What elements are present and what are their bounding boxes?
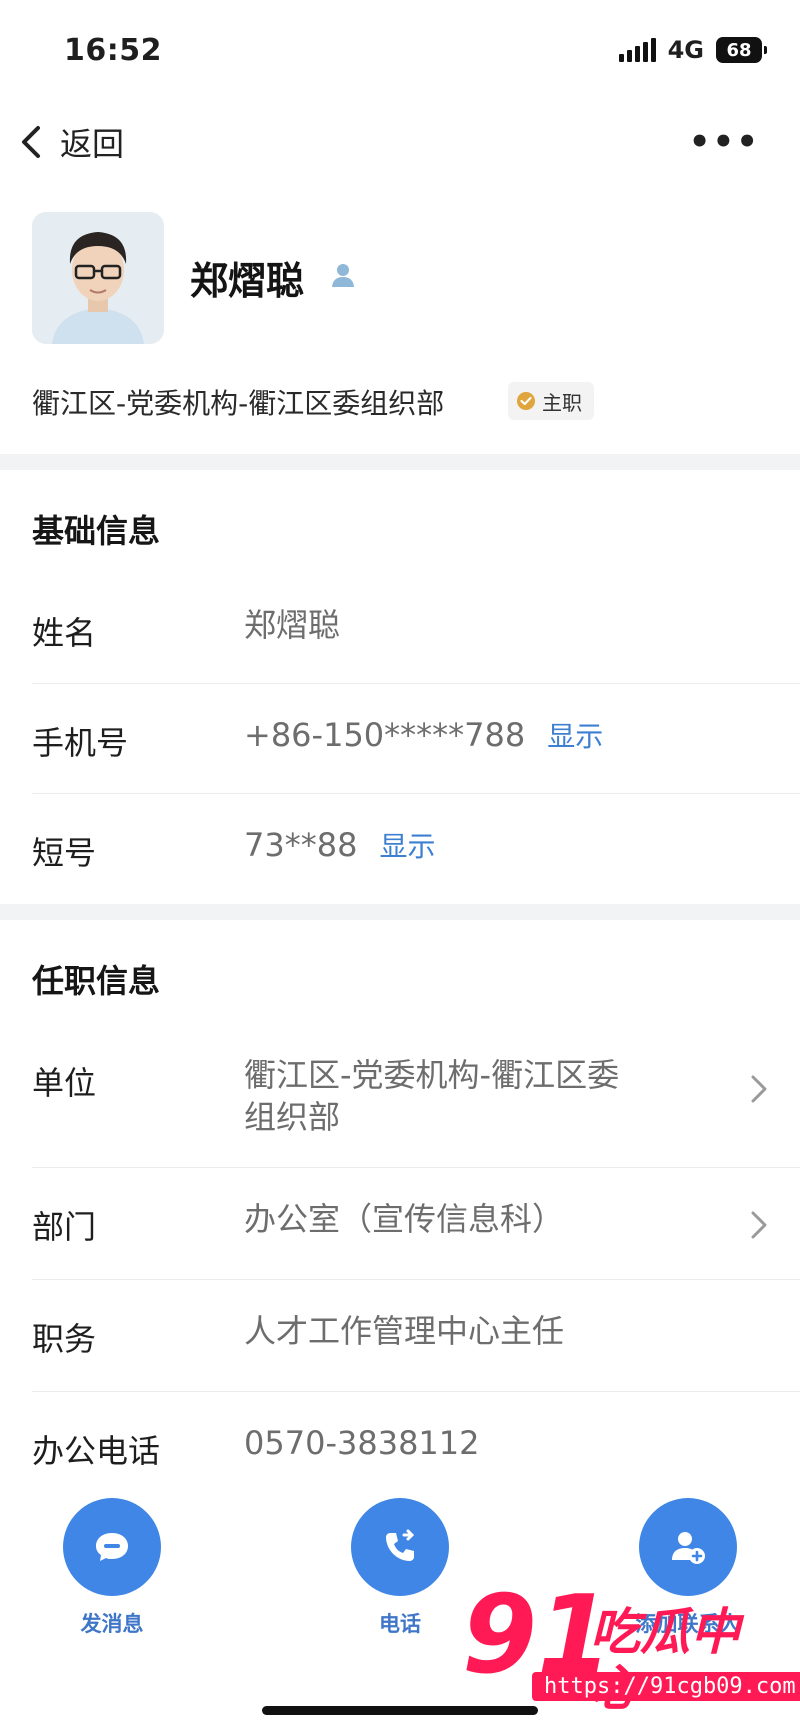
chevron-right-icon: [751, 1075, 767, 1103]
row-value: 人才工作管理中心主任: [244, 1312, 565, 1350]
chevron-left-icon: [22, 126, 40, 158]
row-short-number: 短号 73**88 显示: [0, 794, 800, 904]
section-divider: [0, 904, 800, 920]
signal-icon: [618, 38, 656, 62]
verified-icon: [517, 392, 535, 410]
watermark-url: https://91cgb09.com: [532, 1672, 800, 1701]
primary-position-badge: 主职: [508, 382, 594, 420]
row-value-wrap: 73**88 显示: [244, 824, 435, 868]
unit-value-line2: 组织部: [244, 1098, 341, 1136]
row-label: 短号: [32, 834, 97, 872]
row-value: 郑熠聪: [244, 606, 341, 644]
row-label: 手机号: [32, 724, 129, 762]
status-bar: 16:52 4G 68: [0, 0, 800, 100]
more-options-icon[interactable]: •••: [689, 122, 760, 162]
job-info-title: 任职信息: [32, 962, 161, 1000]
send-message-button[interactable]: 发消息: [42, 1498, 182, 1638]
back-label: 返回: [60, 125, 125, 163]
row-department[interactable]: 部门 办公室（宣传信息科）: [0, 1168, 800, 1280]
message-icon: [63, 1498, 161, 1596]
profile-organization: 衢江区-党委机构-衢江区委组织部: [32, 387, 445, 420]
person-icon: [332, 264, 354, 287]
badge-label: 主职: [542, 390, 582, 415]
back-button[interactable]: 返回: [16, 119, 124, 165]
row-label: 单位: [32, 1064, 97, 1102]
avatar-photo: [32, 212, 164, 344]
show-mobile-link[interactable]: 显示: [547, 720, 603, 753]
network-type: 4G: [667, 36, 704, 64]
row-value: 办公室（宣传信息科）: [244, 1200, 565, 1238]
row-name: 姓名 郑熠聪: [0, 574, 800, 684]
row-mobile: 手机号 +86-150*****788 显示: [0, 684, 800, 794]
row-value: 0570-3838112: [244, 1424, 480, 1462]
battery-icon: 68: [716, 37, 767, 63]
profile-header: 郑熠聪 衢江区-党委机构-衢江区委组织部 主职: [0, 184, 800, 454]
row-position: 职务 人才工作管理中心主任: [0, 1280, 800, 1392]
row-label: 职务: [32, 1320, 97, 1358]
call-button[interactable]: 电话: [330, 1498, 470, 1638]
nav-bar: 返回 •••: [0, 100, 800, 184]
avatar[interactable]: [32, 212, 164, 344]
battery-level: 68: [726, 39, 752, 61]
action-label: 电话: [379, 1612, 421, 1636]
unit-value-line1: 衢江区-党委机构-衢江区委: [244, 1056, 620, 1094]
mobile-value: +86-150*****788: [244, 716, 526, 754]
row-label: 部门: [32, 1208, 97, 1246]
row-office-phone: 办公电话 0570-3838112: [0, 1392, 800, 1480]
section-divider: [0, 454, 800, 470]
row-label: 姓名: [32, 614, 97, 652]
show-short-number-link[interactable]: 显示: [379, 830, 435, 863]
row-value-wrap: +86-150*****788 显示: [244, 714, 603, 758]
profile-name: 郑熠聪: [190, 259, 305, 303]
action-label: 发消息: [80, 1612, 144, 1636]
row-value: 衢江区-党委机构-衢江区委 组织部: [244, 1054, 619, 1138]
status-time: 16:52: [64, 32, 162, 68]
row-label: 办公电话: [32, 1432, 161, 1470]
short-number-value: 73**88: [244, 826, 358, 864]
row-unit[interactable]: 单位 衢江区-党委机构-衢江区委 组织部: [0, 1024, 800, 1168]
chevron-right-icon: [751, 1211, 767, 1239]
phone-icon: [351, 1498, 449, 1596]
watermark-logo: 91 吃瓜中心 https://91cgb09.com: [462, 1582, 800, 1716]
status-indicators: 4G 68: [618, 36, 767, 64]
basic-info-title: 基础信息: [32, 512, 161, 550]
